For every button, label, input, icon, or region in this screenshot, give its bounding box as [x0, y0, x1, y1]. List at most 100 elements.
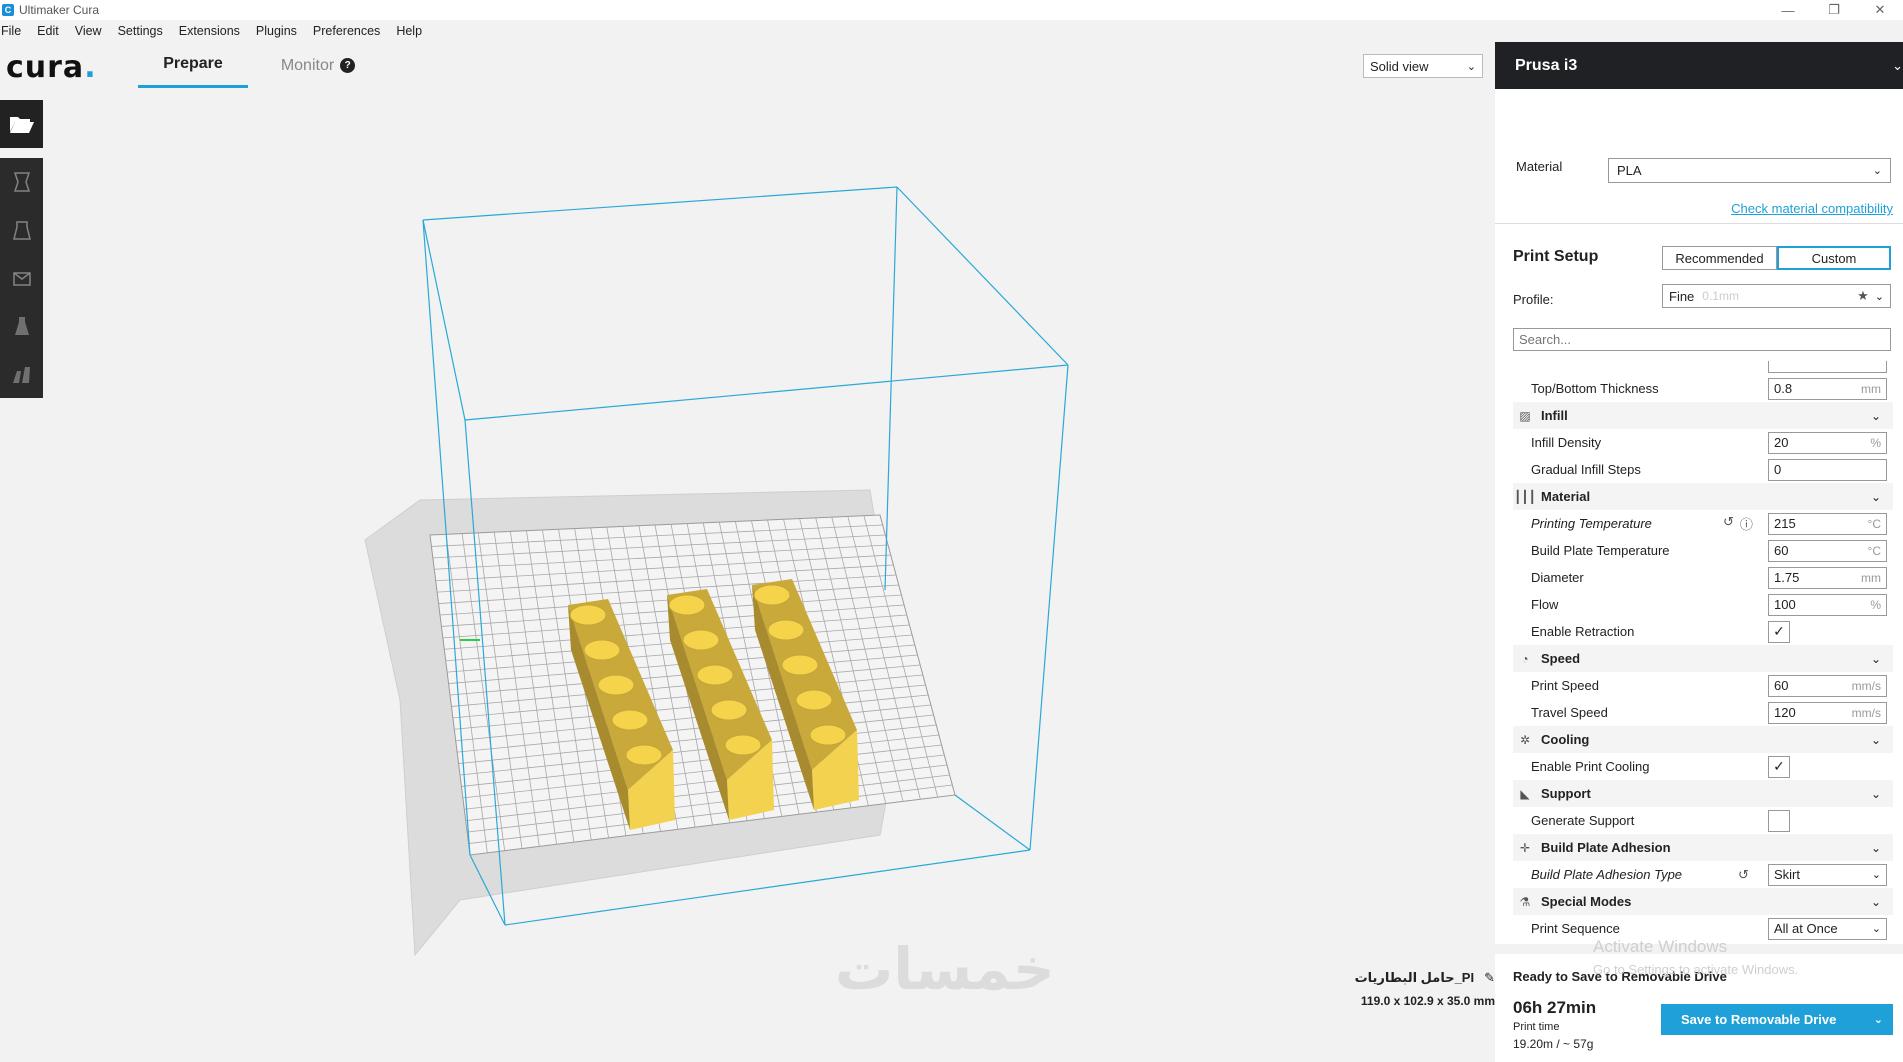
settings-search-input[interactable]	[1513, 328, 1891, 351]
setting-value-field[interactable]: 0	[1768, 458, 1887, 481]
model-cell	[795, 689, 833, 711]
setting-row: Build Plate Adhesion Type ↺ Skirt ⌄	[1513, 861, 1893, 888]
menu-help[interactable]: Help	[387, 24, 429, 38]
title-bar: C Ultimaker Cura — ❐ ✕	[0, 0, 1903, 20]
setting-label: Enable Print Cooling	[1531, 759, 1650, 774]
profile-select[interactable]: Fine 0.1mm ★ ⌄	[1662, 284, 1891, 308]
setting-label: Build Plate Temperature	[1531, 543, 1670, 558]
model-cell	[583, 639, 621, 661]
setting-row: Infill Density 20%	[1513, 429, 1893, 456]
setting-select[interactable]: All at Once ⌄	[1768, 917, 1887, 940]
build-volume-edge	[1029, 364, 1069, 851]
setting-checkbox[interactable]: ✓	[1768, 620, 1790, 643]
setting-row: Print Speed 60 mm/s	[1513, 672, 1893, 699]
scale-icon[interactable]	[0, 206, 43, 254]
setting-label: Gradual Infill Steps	[1531, 462, 1641, 477]
setting-label: Printing Temperature	[1531, 516, 1652, 531]
pencil-icon[interactable]: ✎	[1484, 970, 1495, 986]
restore-icon[interactable]: ❐	[1811, 0, 1857, 20]
chevron-down-icon[interactable]: ⌄	[1871, 841, 1881, 855]
model-cell	[710, 699, 748, 721]
build-volume-edge	[464, 364, 1069, 421]
3d-viewport[interactable]	[43, 92, 1495, 1020]
tab-monitor[interactable]: Monitor?	[268, 42, 368, 89]
setting-checkbox[interactable]	[1768, 809, 1790, 832]
tab-prepare[interactable]: Prepare	[138, 42, 248, 88]
header: cura. Prepare Monitor? Solid view ⌄	[0, 42, 1495, 92]
category-support[interactable]: ◣ Support ⌄	[1513, 780, 1893, 807]
category-label: Build Plate Adhesion	[1541, 840, 1671, 855]
setting-select[interactable]: Skirt ⌄	[1768, 863, 1887, 886]
star-icon[interactable]: ★	[1857, 288, 1869, 304]
chevron-down-icon: ⌄	[1892, 57, 1903, 73]
per-model-settings-icon[interactable]	[0, 350, 43, 398]
reset-icon[interactable]: ↺	[1723, 514, 1734, 533]
category-label: Support	[1541, 786, 1591, 801]
print-setup: Print Setup Recommended Custom Profile: …	[1495, 224, 1903, 944]
activate-windows-title: Activate Windows	[1593, 937, 1728, 956]
menu-file[interactable]: File	[0, 24, 28, 38]
category-special-modes[interactable]: ⚗ Special Modes ⌄	[1513, 888, 1893, 915]
category-cooling[interactable]: ✲ Cooling ⌄	[1513, 726, 1893, 753]
setting-value-field[interactable]: 60 mm/s	[1768, 674, 1887, 697]
model-cell	[753, 584, 791, 606]
setting-checkbox[interactable]: ✓	[1768, 755, 1790, 778]
model-cell	[682, 629, 720, 651]
menu-edit[interactable]: Edit	[28, 24, 66, 38]
category-infill[interactable]: ▨ Infill ⌄	[1513, 402, 1893, 429]
category-label: Cooling	[1541, 732, 1590, 747]
settings-list[interactable]: Top/Bottom Thickness 0.8 mm ▨ Infill ⌄ Infil…	[1513, 361, 1893, 942]
scrolled-row-trim	[1513, 361, 1893, 375]
rotate-icon[interactable]	[0, 254, 43, 302]
custom-button[interactable]: Custom	[1777, 246, 1891, 270]
chevron-down-icon[interactable]: ⌄	[1871, 409, 1881, 423]
build-volume-scene[interactable]	[43, 92, 1495, 1020]
menu-extensions[interactable]: Extensions	[170, 24, 247, 38]
setting-row: Generate Support	[1513, 807, 1893, 834]
chevron-down-icon[interactable]: ⌄	[1871, 787, 1881, 801]
recommended-button[interactable]: Recommended	[1662, 246, 1777, 270]
menu-view[interactable]: View	[66, 24, 109, 38]
support-icon: ◣	[1520, 786, 1530, 801]
model-cell	[724, 734, 762, 756]
minimize-icon[interactable]: —	[1765, 0, 1811, 20]
reset-icon[interactable]: ↺	[1738, 867, 1749, 883]
mirror-icon[interactable]	[0, 302, 43, 350]
check-material-link[interactable]: Check material compatibility	[1731, 201, 1893, 216]
printer-selector[interactable]: Prusa i3 ⌄	[1495, 42, 1903, 89]
translate-icon[interactable]	[0, 158, 43, 206]
menu-preferences[interactable]: Preferences	[304, 24, 387, 38]
menu-settings[interactable]: Settings	[109, 24, 170, 38]
object-info: حامل البطاريات_PI ✎ 119.0 x 102.9 x 35.0…	[1355, 970, 1495, 1008]
category-material[interactable]: ┃┃┃ Material ⌄	[1513, 483, 1893, 510]
build-volume-edge	[896, 186, 1069, 366]
category-build-plate-adhesion[interactable]: ✛ Build Plate Adhesion ⌄	[1513, 834, 1893, 861]
build-volume-edge	[884, 186, 898, 591]
chevron-down-icon[interactable]: ⌄	[1871, 490, 1881, 504]
view-mode-select[interactable]: Solid view ⌄	[1363, 54, 1483, 78]
close-icon[interactable]: ✕	[1857, 0, 1903, 20]
setting-value-field[interactable]: 0.8 mm	[1768, 377, 1887, 400]
info-icon[interactable]: ⓘ	[1740, 514, 1753, 533]
tool-group	[0, 158, 43, 398]
folder-open-icon[interactable]	[0, 100, 43, 148]
chevron-down-icon[interactable]: ⌄	[1871, 895, 1881, 909]
chevron-down-icon[interactable]: ⌄	[1871, 733, 1881, 747]
setting-value-field[interactable]: 215 °C	[1768, 512, 1887, 535]
chevron-down-icon: ⌄	[1466, 60, 1476, 73]
chevron-down-icon[interactable]: ⌄	[1871, 652, 1881, 666]
setting-row: Build Plate Temperature 60 °C	[1513, 537, 1893, 564]
setting-value-field[interactable]: 1.75 mm	[1768, 566, 1887, 589]
setting-value-field[interactable]: 20%	[1768, 431, 1887, 454]
setting-value-field[interactable]: 100%	[1768, 593, 1887, 616]
material-select[interactable]: PLA ⌄	[1608, 158, 1891, 183]
object-name: حامل البطاريات_PI ✎	[1354, 970, 1495, 986]
setting-row: Printing Temperature ↺ ⓘ 215 °C	[1513, 510, 1893, 537]
material-label: Material	[1516, 159, 1563, 174]
category-speed[interactable]: ◔ Speed ⌄	[1513, 645, 1893, 672]
category-label: Special Modes	[1541, 894, 1632, 909]
print-setup-title: Print Setup	[1513, 248, 1599, 265]
setting-value-field[interactable]: 60 °C	[1768, 539, 1887, 562]
setting-value-field[interactable]: 120 mm/s	[1768, 701, 1887, 724]
menu-plugins[interactable]: Plugins	[247, 24, 304, 38]
